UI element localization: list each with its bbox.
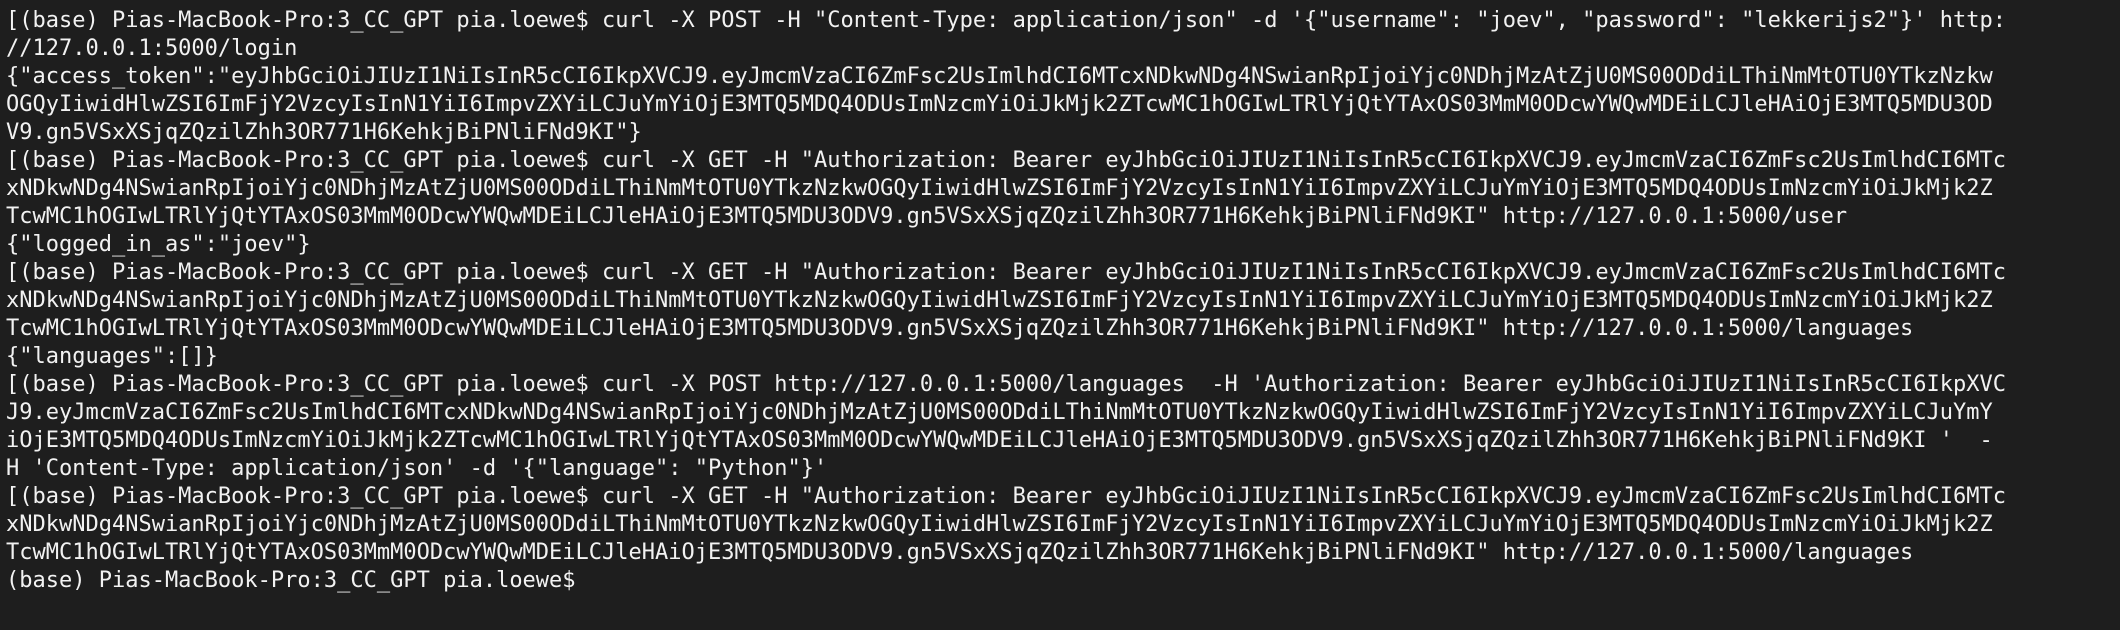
terminal-line-18: [(base) Pias-MacBook-Pro:3_CC_GPT pia.lo… bbox=[6, 484, 2007, 509]
terminal-line-1: [(base) Pias-MacBook-Pro:3_CC_GPT pia.lo… bbox=[6, 8, 2007, 33]
terminal-line-7: xNDkwNDg4NSwianRpIjoiYjc0NDhjMzAtZjU0MS0… bbox=[6, 176, 1993, 201]
terminal-line-3: {"access_token":"eyJhbGciOiJIUzI1NiIsInR… bbox=[6, 64, 1993, 89]
terminal-line-9: {"logged_in_as":"joev"} bbox=[6, 232, 311, 257]
terminal-cursor bbox=[589, 567, 602, 591]
terminal-input-line[interactable]: (base) Pias-MacBook-Pro:3_CC_GPT pia.loe… bbox=[6, 567, 2114, 595]
terminal-line-20: TcwMC1hOGIwLTRlYjQtYTAxOS03MmM0ODcwYWQwM… bbox=[6, 540, 1914, 565]
terminal-line-8: TcwMC1hOGIwLTRlYjQtYTAxOS03MmM0ODcwYWQwM… bbox=[6, 204, 1848, 229]
terminal-line-4: OGQyIiwidHlwZSI6ImFjY2VzcyIsInN1YiI6Impv… bbox=[6, 92, 1993, 117]
terminal-window[interactable]: [(base) Pias-MacBook-Pro:3_CC_GPT pia.lo… bbox=[0, 0, 2120, 630]
terminal-line-16: iOjE3MTQ5MDQ4ODUsImNzcmYiOiJkMjk2ZTcwMC1… bbox=[6, 428, 1993, 453]
terminal-line-15: J9.eyJmcmVzaCI6ZmFsc2UsImlhdCI6MTcxNDkwN… bbox=[6, 400, 1993, 425]
terminal-line-11: xNDkwNDg4NSwianRpIjoiYjc0NDhjMzAtZjU0MS0… bbox=[6, 288, 1993, 313]
terminal-line-17: H 'Content-Type: application/json' -d '{… bbox=[6, 456, 828, 481]
terminal-line-2: //127.0.0.1:5000/login bbox=[6, 36, 298, 61]
terminal-line-5: V9.gn5VSxXSjqZQzilZhh3OR771H6KehkjBiPNli… bbox=[6, 120, 642, 145]
terminal-line-6: [(base) Pias-MacBook-Pro:3_CC_GPT pia.lo… bbox=[6, 148, 2007, 173]
terminal-line-12: TcwMC1hOGIwLTRlYjQtYTAxOS03MmM0ODcwYWQwM… bbox=[6, 316, 1914, 341]
terminal-line-19: xNDkwNDg4NSwianRpIjoiYjc0NDhjMzAtZjU0MS0… bbox=[6, 512, 1993, 537]
terminal-line-13: {"languages":[]} bbox=[6, 344, 218, 369]
terminal-line-14: [(base) Pias-MacBook-Pro:3_CC_GPT pia.lo… bbox=[6, 372, 2007, 397]
terminal-line-10: [(base) Pias-MacBook-Pro:3_CC_GPT pia.lo… bbox=[6, 260, 2007, 285]
terminal-prompt: (base) Pias-MacBook-Pro:3_CC_GPT pia.loe… bbox=[6, 568, 589, 593]
